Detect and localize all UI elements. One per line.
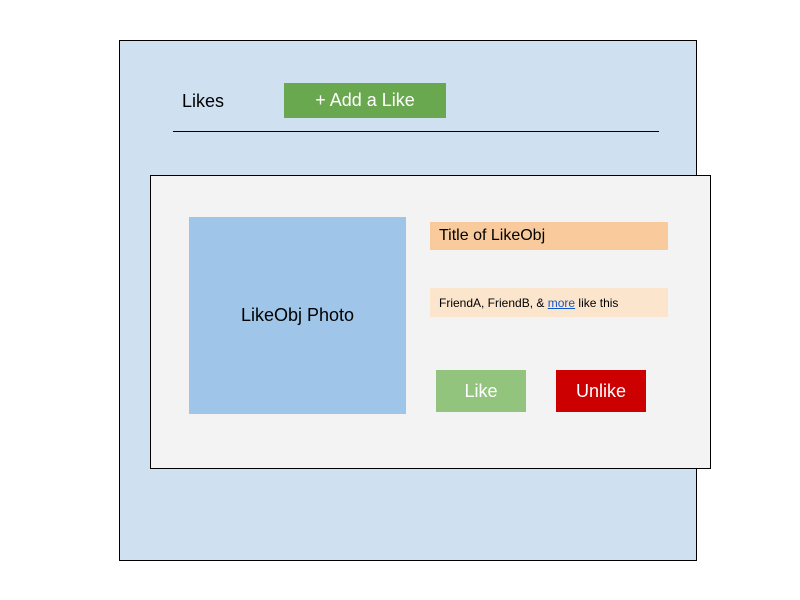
add-like-button[interactable]: + Add a Like (284, 83, 446, 118)
like-object-title: Title of LikeObj (430, 222, 668, 250)
photo-placeholder-label: LikeObj Photo (240, 305, 355, 325)
likes-heading: Likes (182, 91, 225, 111)
like-object-photo: LikeObj Photo (189, 217, 406, 414)
like-object-title-text: Title of LikeObj (439, 227, 546, 244)
header-divider (173, 131, 659, 132)
unlike-button[interactable]: Unlike (556, 370, 646, 412)
more-friends-link[interactable]: more (548, 296, 575, 310)
friends-like-summary: FriendA, FriendB, & more like this (430, 288, 668, 317)
like-button[interactable]: Like (436, 370, 526, 412)
friends-suffix-text: like this (575, 295, 619, 310)
friends-prefix-text: FriendA, FriendB, & (439, 295, 548, 310)
